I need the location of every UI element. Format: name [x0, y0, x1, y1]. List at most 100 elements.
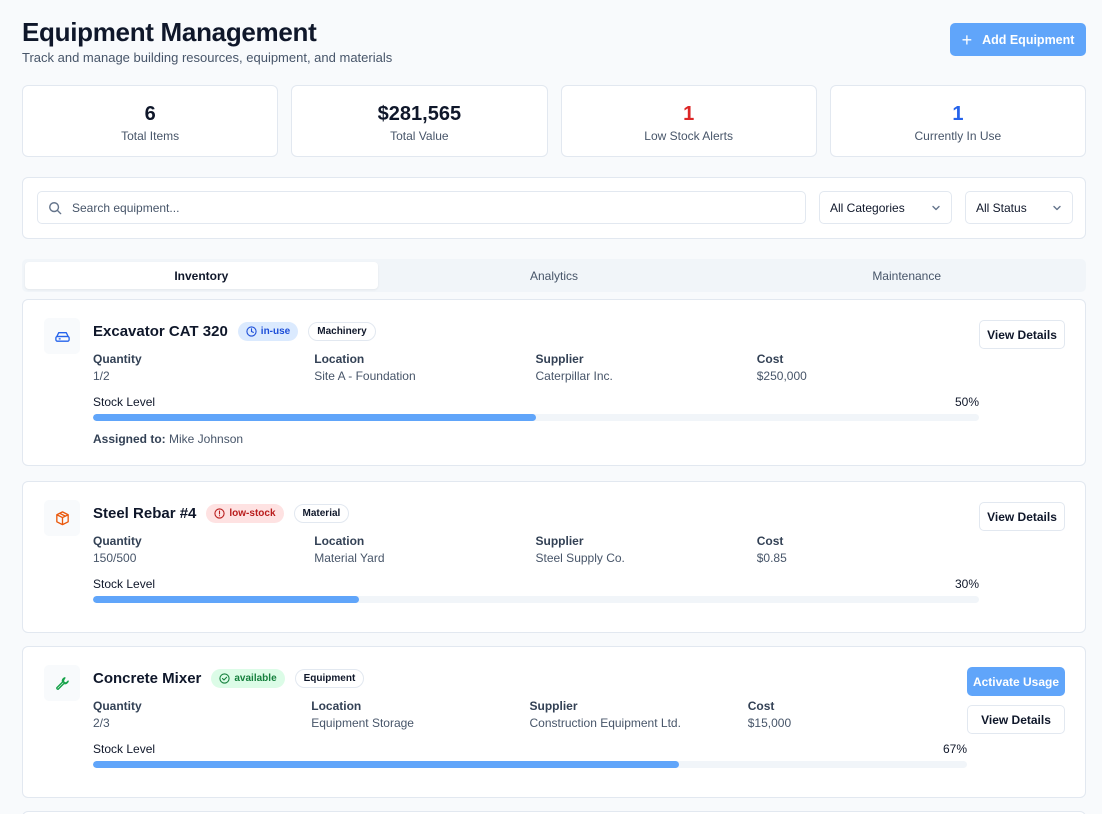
field-supplier: Supplier Caterpillar Inc. — [536, 352, 757, 383]
search-icon — [49, 201, 62, 214]
item-name: Steel Rebar #4 — [93, 505, 197, 522]
clock-icon — [246, 326, 257, 337]
activate-usage-button[interactable]: Activate Usage — [967, 667, 1065, 696]
status-select[interactable]: All Status — [965, 191, 1073, 224]
stock-level-percent: 67% — [942, 742, 967, 756]
assigned-to: Assigned to: Mike Johnson — [93, 432, 243, 446]
assigned-to-value: Mike Johnson — [169, 432, 244, 446]
assigned-to-label: Assigned to: — [93, 432, 166, 446]
stock-level: Stock Level 67% — [93, 742, 967, 768]
stock-level-label: Stock Level — [93, 395, 156, 409]
tab-inventory[interactable]: Inventory — [25, 262, 378, 289]
stock-level-percent: 50% — [954, 395, 979, 409]
alert-circle-icon — [214, 508, 226, 519]
stat-value: 1 — [683, 103, 695, 125]
search-input[interactable] — [72, 200, 805, 215]
field-location: Location Site A - Foundation — [314, 352, 535, 383]
stat-label: Low Stock Alerts — [644, 129, 733, 143]
field-quantity: Quantity 1/2 — [93, 352, 314, 383]
stats-row: 6 Total Items $281,565 Total Value 1 Low… — [22, 85, 1086, 157]
status-badge: in-use — [237, 322, 299, 341]
field-value: Material Yard — [314, 551, 385, 565]
item-icon-box — [44, 500, 80, 536]
item-name: Excavator CAT 320 — [93, 323, 228, 340]
item-fields: Quantity 1/2 Location Site A - Foundatio… — [93, 352, 978, 383]
field-value: Construction Equipment Ltd. — [529, 716, 681, 730]
status-badge: available — [211, 669, 285, 688]
item-header: Concrete Mixer available Equipment — [93, 669, 365, 688]
page-subtitle: Track and manage building resources, equ… — [22, 50, 393, 65]
status-badge-label: in-use — [260, 326, 291, 337]
field-supplier: Supplier Steel Supply Co. — [536, 534, 757, 565]
stock-level: Stock Level 50% — [93, 395, 979, 421]
field-quantity: Quantity 2/3 — [93, 699, 311, 730]
field-quantity: Quantity 150/500 — [93, 534, 314, 565]
page-header: Equipment Management Track and manage bu… — [22, 16, 1086, 76]
field-label: Cost — [747, 699, 775, 713]
stock-progress-fill — [93, 596, 359, 603]
stat-value: 1 — [952, 103, 964, 125]
stock-progress-bar — [93, 596, 979, 603]
field-supplier: Supplier Construction Equipment Ltd. — [530, 699, 748, 730]
stat-label: Total Value — [390, 129, 449, 143]
stock-level-percent: 30% — [954, 577, 979, 591]
search-box[interactable] — [37, 191, 806, 224]
field-label: Quantity — [93, 534, 142, 548]
item-fields: Quantity 150/500 Location Material Yard … — [93, 534, 978, 565]
view-details-button[interactable]: View Details — [967, 705, 1065, 734]
field-label: Supplier — [535, 534, 584, 548]
stat-total-items: 6 Total Items — [22, 85, 279, 157]
field-value: 2/3 — [93, 716, 110, 730]
field-location: Location Material Yard — [314, 534, 535, 565]
item-header: Excavator CAT 320 in-use Machinery — [93, 322, 376, 341]
status-select-value: All Status — [976, 200, 1027, 215]
field-value: Site A - Foundation — [314, 369, 416, 383]
package-icon — [55, 510, 69, 525]
field-cost: Cost $250,000 — [757, 352, 978, 383]
view-details-button[interactable]: View Details — [979, 320, 1065, 349]
tab-analytics[interactable]: Analytics — [378, 262, 731, 289]
stock-level: Stock Level 30% — [93, 577, 979, 603]
stat-currently-in-use: 1 Currently In Use — [829, 85, 1086, 157]
equipment-card: Excavator CAT 320 in-use Machinery Quant… — [22, 299, 1086, 466]
item-icon-box — [44, 665, 80, 701]
item-header: Steel Rebar #4 low-stock Material — [93, 504, 350, 523]
category-badge: Machinery — [308, 322, 376, 341]
stock-progress-fill — [93, 761, 679, 768]
stat-value: 6 — [144, 103, 156, 125]
status-badge-label: low-stock — [229, 508, 276, 519]
machinery-icon — [54, 331, 70, 342]
stat-value: $281,565 — [377, 103, 462, 125]
field-label: Quantity — [93, 699, 142, 713]
category-select[interactable]: All Categories — [819, 191, 952, 224]
field-label: Quantity — [93, 352, 142, 366]
chevron-down-icon — [932, 205, 940, 210]
stock-progress-bar — [93, 414, 979, 421]
category-badge: Material — [293, 504, 350, 523]
chevron-down-icon — [1053, 205, 1061, 210]
field-label: Supplier — [529, 699, 578, 713]
stat-label: Total Items — [121, 129, 180, 143]
check-circle-icon — [219, 673, 231, 684]
category-select-value: All Categories — [830, 200, 905, 215]
item-icon-box — [44, 318, 80, 354]
field-value: Steel Supply Co. — [535, 551, 625, 565]
field-value: Equipment Storage — [311, 716, 414, 730]
equipment-card: Steel Rebar #4 low-stock Material Quanti… — [22, 481, 1086, 633]
add-equipment-label: Add Equipment — [982, 32, 1075, 47]
field-location: Location Equipment Storage — [311, 699, 529, 730]
field-value: 1/2 — [93, 369, 110, 383]
plus-icon: + — [961, 29, 973, 50]
field-value: $15,000 — [747, 716, 792, 730]
field-label: Supplier — [535, 352, 584, 366]
page-title: Equipment Management — [22, 17, 317, 47]
add-equipment-button[interactable]: + Add Equipment — [950, 23, 1086, 56]
field-label: Location — [314, 534, 365, 548]
field-label: Location — [314, 352, 365, 366]
field-value: $250,000 — [756, 369, 807, 383]
field-cost: Cost $15,000 — [748, 699, 966, 730]
field-label: Cost — [756, 534, 784, 548]
view-details-button[interactable]: View Details — [979, 502, 1065, 531]
category-badge: Equipment — [294, 669, 365, 688]
tab-maintenance[interactable]: Maintenance — [730, 262, 1083, 289]
